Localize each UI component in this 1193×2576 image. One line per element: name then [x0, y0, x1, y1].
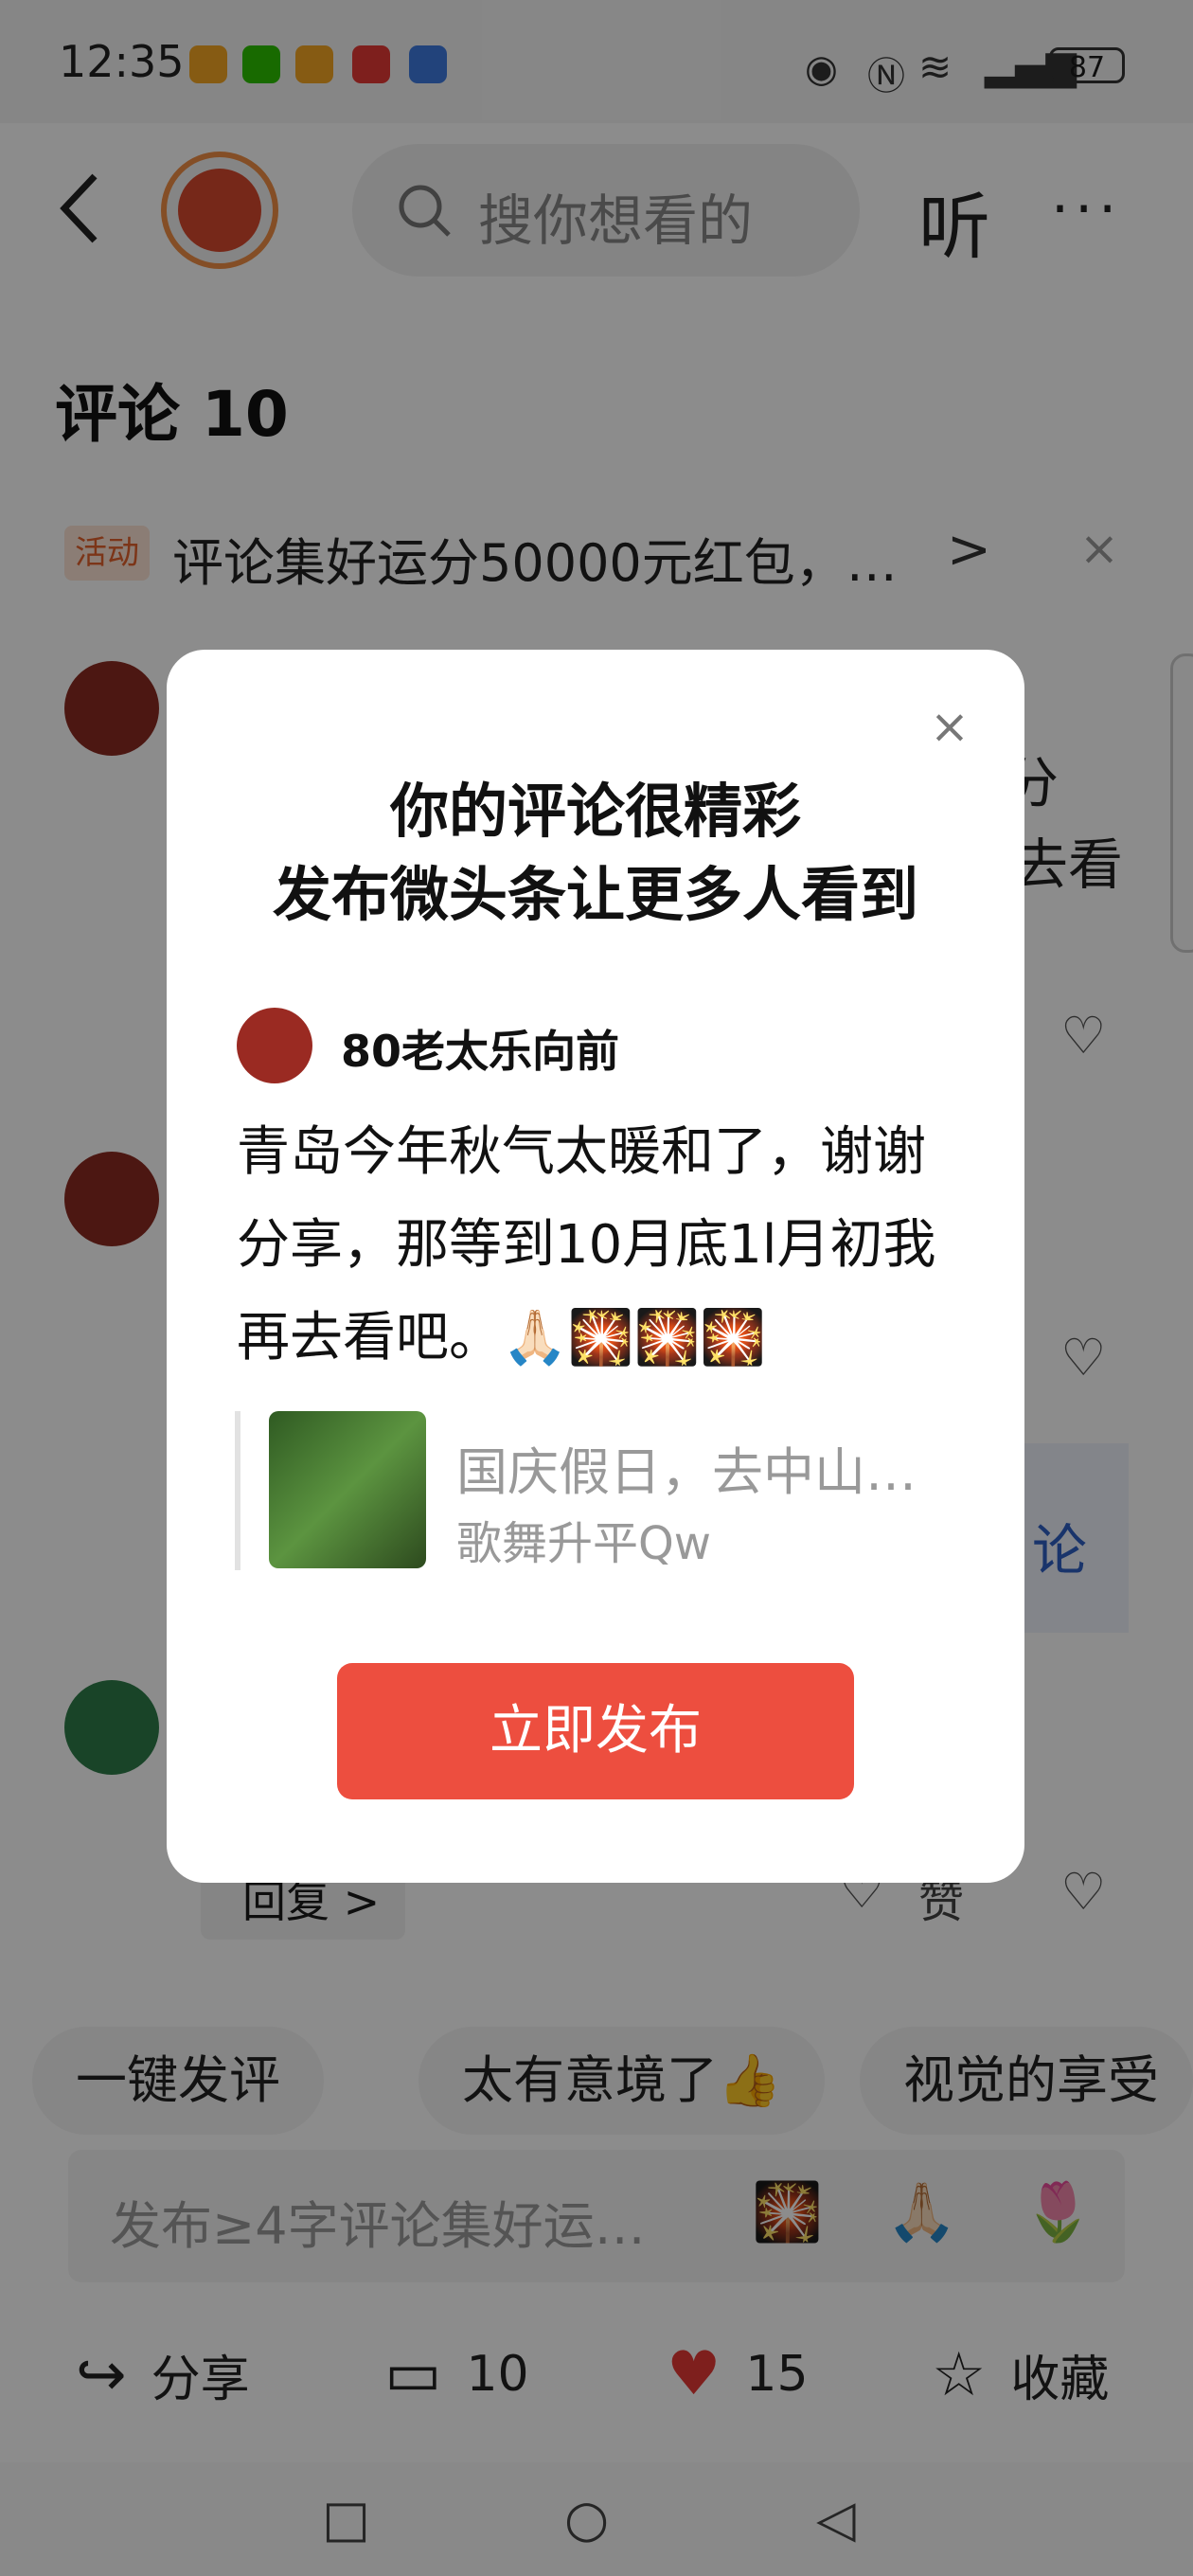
quoted-article-title: 国庆假日，去中山…: [456, 1442, 917, 1502]
quote-divider: [235, 1411, 240, 1570]
publish-now-button[interactable]: 立即发布: [337, 1663, 854, 1799]
quoted-article-author: 歌舞升平Qw: [456, 1517, 712, 1570]
dialog-close-icon[interactable]: ×: [930, 699, 970, 754]
dialog-title-line1: 你的评论很精彩: [389, 777, 801, 846]
user-avatar: [237, 1008, 312, 1083]
article-thumbnail: [269, 1411, 426, 1568]
dialog-title-line2: 发布微头条让更多人看到: [272, 860, 918, 929]
username: 80老太乐向前: [341, 1026, 620, 1077]
comment-body: 青岛今年秋气太暖和了，谢谢分享，那等到10月底1l月初我再去看吧。🙏🏻🎇🎇🎇: [237, 1121, 936, 1368]
